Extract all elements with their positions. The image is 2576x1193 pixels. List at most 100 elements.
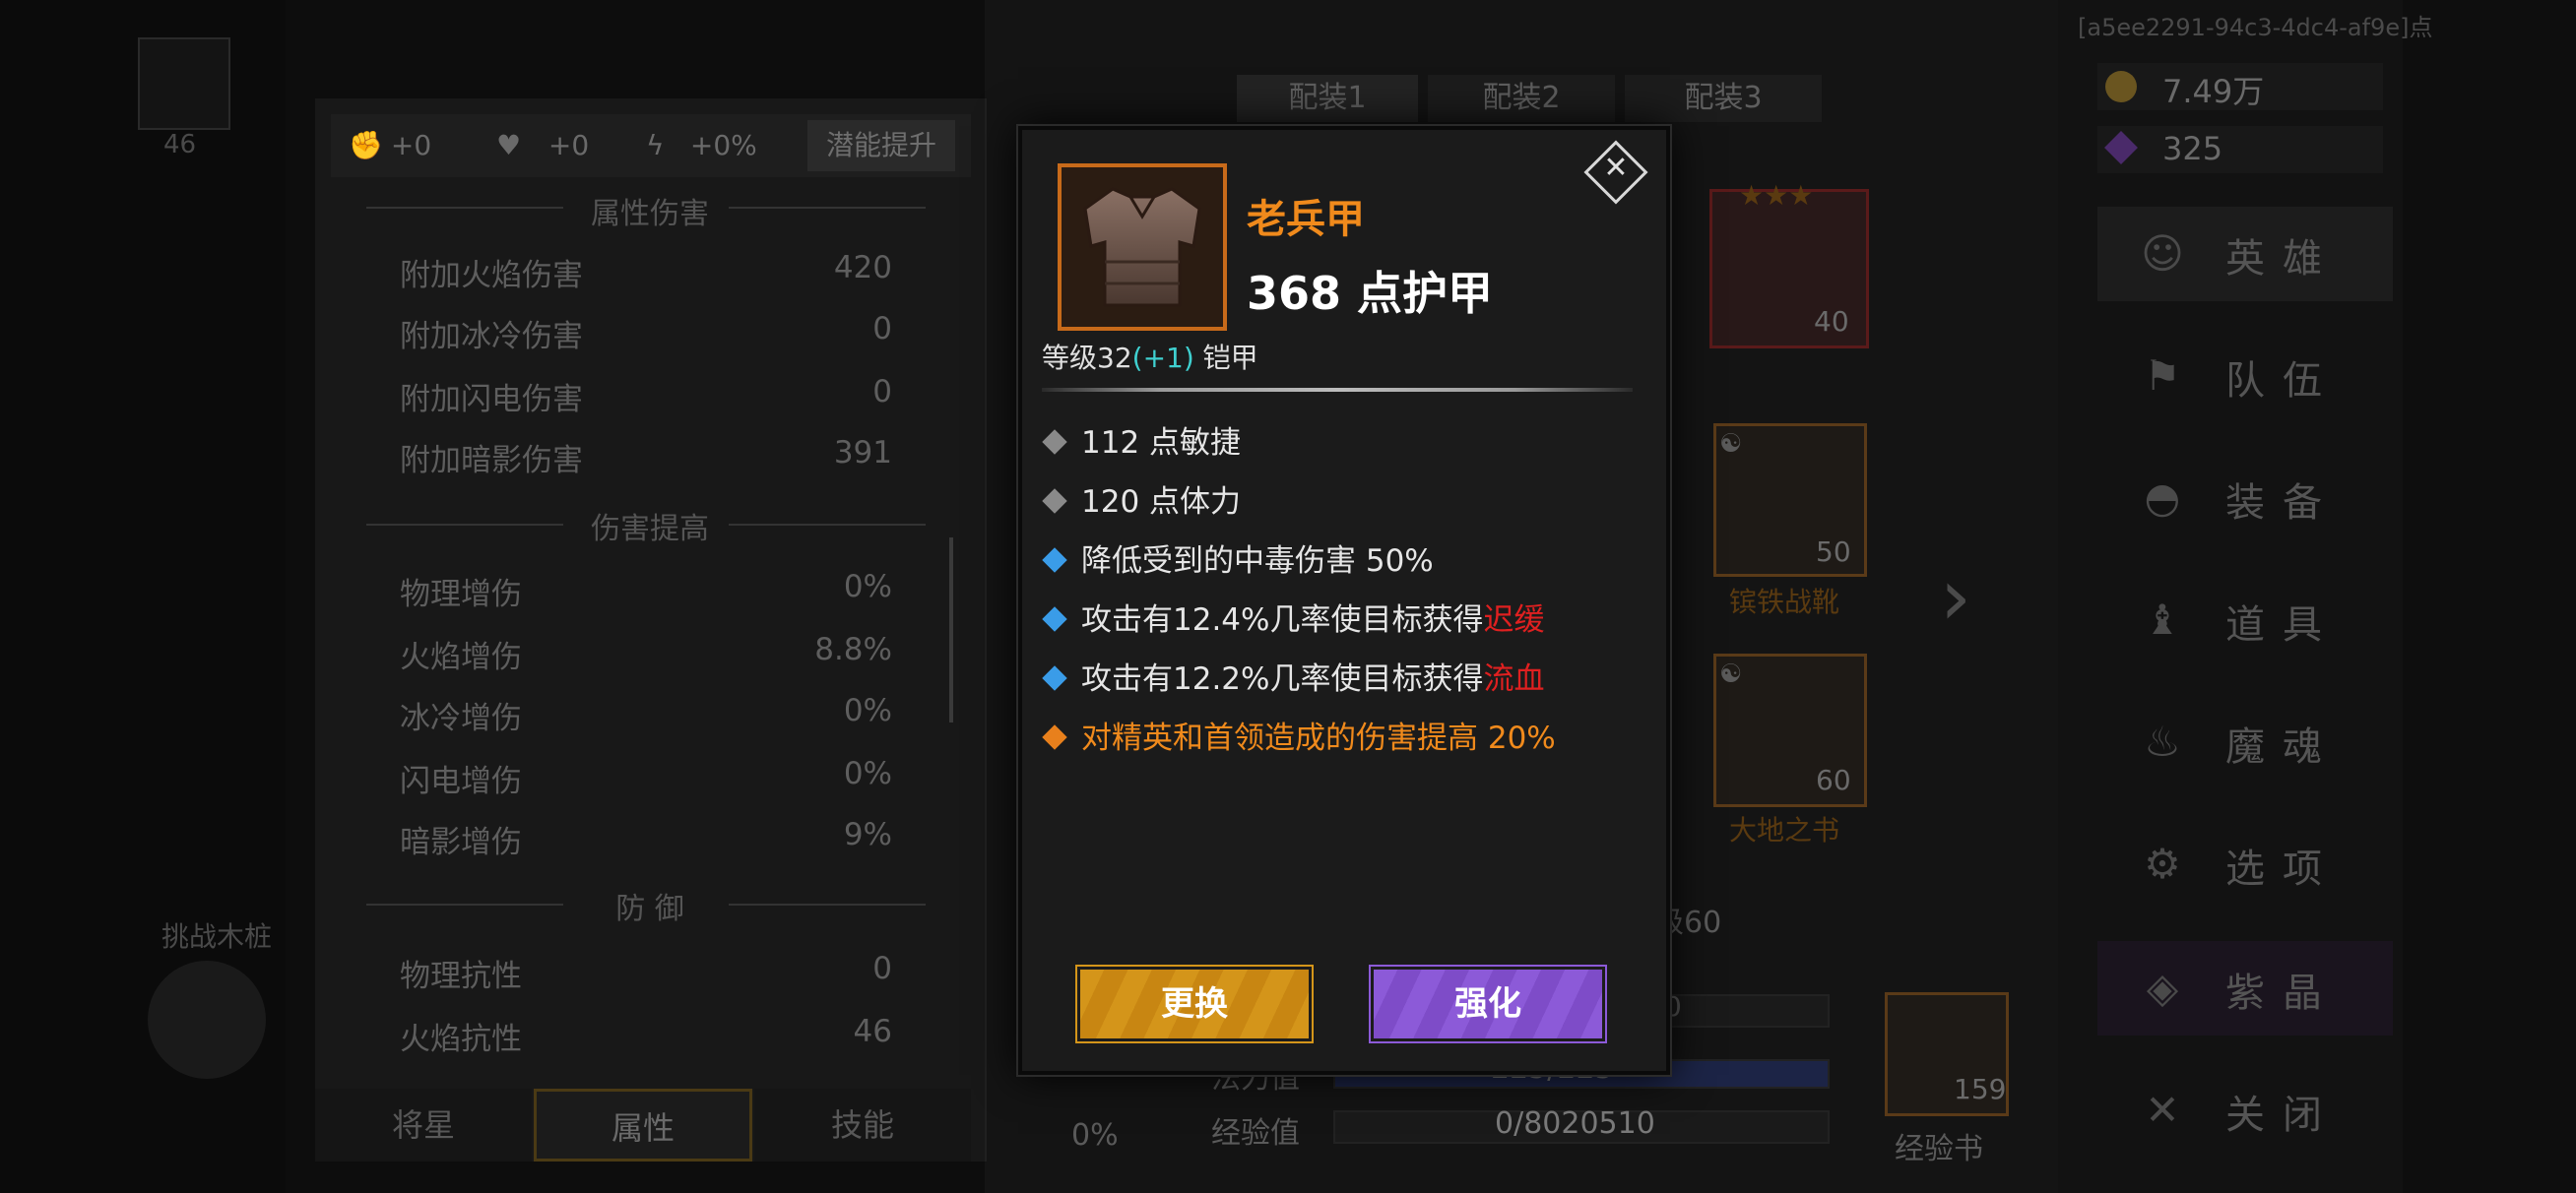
stat-label: 冰冷增伤 bbox=[400, 701, 522, 736]
diamond-bullet-icon bbox=[1042, 723, 1067, 750]
gold-coin-icon bbox=[2105, 71, 2137, 102]
slot-name: 大地之书 bbox=[1729, 814, 1840, 847]
diamond-bullet-icon bbox=[1042, 428, 1067, 455]
exp-book-count: 159 bbox=[1954, 1073, 2007, 1105]
nav-soul[interactable]: ♨ 魔魂 bbox=[2097, 695, 2393, 789]
exp-book-label: 经验书 bbox=[1895, 1132, 1983, 1166]
nav-heroes[interactable]: ☺ 英雄 bbox=[2097, 207, 2393, 301]
stat-label: 附加暗影伤害 bbox=[400, 443, 583, 478]
stat-label: 附加闪电伤害 bbox=[400, 382, 583, 417]
yin-yang-icon: ☯ bbox=[1719, 659, 1743, 689]
attribute-line: 攻击有12.4%几率使目标获得迟缓 bbox=[1042, 595, 1544, 639]
divider bbox=[729, 904, 926, 906]
close-icon[interactable]: ✕ bbox=[1593, 146, 1639, 191]
attribute-line: 对精英和首领造成的伤害提高 20% bbox=[1042, 713, 1556, 757]
nav-equipment[interactable]: ◓ 装备 bbox=[2097, 451, 2393, 545]
slot-name: 镔铁战靴 bbox=[1729, 586, 1840, 618]
skill-slot[interactable] bbox=[138, 37, 230, 130]
level-number: 46 bbox=[163, 130, 197, 159]
bag-icon: ♝ bbox=[2144, 596, 2181, 644]
item-portrait bbox=[1058, 163, 1227, 331]
stat-label: 火焰抗性 bbox=[400, 1022, 522, 1057]
stat-value: 46 bbox=[853, 1014, 892, 1049]
slot-level: 50 bbox=[1816, 535, 1851, 568]
energy-stat: ϟ +0% bbox=[646, 124, 757, 167]
attribute-line: 112 点敏捷 bbox=[1042, 417, 1241, 462]
nav-amethyst[interactable]: ◈ 紫晶 bbox=[2097, 941, 2393, 1036]
next-arrow-icon[interactable]: › bbox=[1940, 551, 1971, 643]
nav-items[interactable]: ♝ 道具 bbox=[2097, 573, 2393, 667]
tab-stars[interactable]: 将星 bbox=[315, 1089, 532, 1162]
stat-value: 0 bbox=[872, 311, 892, 346]
item-main-stat: 368 点护甲 bbox=[1247, 267, 1494, 320]
slot-level: 40 bbox=[1814, 305, 1849, 338]
stat-label: 暗影增伤 bbox=[400, 825, 522, 860]
flag-icon: ⚑ bbox=[2144, 351, 2181, 400]
nav-team[interactable]: ⚑ 队伍 bbox=[2097, 329, 2393, 423]
attribute-line: 120 点体力 bbox=[1042, 476, 1241, 521]
yin-yang-icon: ☯ bbox=[1719, 429, 1743, 459]
strength-arm-icon: ✊ bbox=[349, 129, 383, 161]
star-rating: ★★★ bbox=[1739, 179, 1814, 212]
stat-value: 8.8% bbox=[814, 632, 892, 667]
stat-value: 420 bbox=[833, 250, 892, 285]
session-id: [a5ee2291-94c3-4dc4-af9e]点 bbox=[2078, 14, 2433, 41]
gems-display: 325 bbox=[2097, 126, 2383, 173]
section-defense-title: 防 御 bbox=[615, 892, 684, 926]
tab-skills[interactable]: 技能 bbox=[754, 1089, 971, 1162]
divider bbox=[729, 524, 926, 526]
item-level: 等级32(+1) 铠甲 bbox=[1042, 342, 1258, 374]
percent-value: 0% bbox=[1071, 1118, 1119, 1153]
enhance-button[interactable]: 强化 bbox=[1371, 967, 1605, 1041]
nav-options[interactable]: ⚙ 选项 bbox=[2097, 817, 2393, 911]
nav-close[interactable]: ✕ 关闭 bbox=[2097, 1063, 2393, 1158]
stat-value: 9% bbox=[843, 817, 892, 852]
diamond-bullet-icon bbox=[1042, 605, 1067, 632]
lightning-icon: ϟ bbox=[646, 129, 665, 161]
modal-divider bbox=[1042, 388, 1633, 392]
tab-loadout-1[interactable]: 配装1 bbox=[1237, 75, 1418, 122]
tab-loadout-2[interactable]: 配装2 bbox=[1428, 75, 1615, 122]
stat-value: 0% bbox=[843, 756, 892, 791]
exp-value: 0/8020510 bbox=[1495, 1106, 1655, 1141]
stat-label: 附加火焰伤害 bbox=[400, 258, 583, 293]
stat-value: 0 bbox=[872, 951, 892, 986]
tab-attributes[interactable]: 属性 bbox=[534, 1089, 752, 1162]
diamond-bullet-icon bbox=[1042, 664, 1067, 691]
item-name: 老兵甲 bbox=[1247, 197, 1365, 242]
strength-stat: ✊ +0 bbox=[349, 124, 431, 167]
chest-armor-icon bbox=[1062, 167, 1223, 327]
attribute-line: 降低受到的中毒伤害 50% bbox=[1042, 535, 1434, 580]
stat-label: 火焰增伤 bbox=[400, 640, 522, 675]
heart-icon: ♥ bbox=[496, 129, 522, 161]
heroes-icon: ☺ bbox=[2141, 229, 2184, 278]
diamond-bullet-icon bbox=[1042, 487, 1067, 514]
stat-label: 附加冰冷伤害 bbox=[400, 319, 583, 354]
diamond-bullet-icon bbox=[1042, 546, 1067, 573]
stat-value: 391 bbox=[833, 435, 892, 471]
gem-icon bbox=[2104, 131, 2138, 164]
training-dummy-avatar[interactable] bbox=[148, 961, 266, 1079]
stat-value: 0 bbox=[872, 374, 892, 409]
attribute-line: 攻击有12.2%几率使目标获得流血 bbox=[1042, 654, 1544, 698]
right-strip bbox=[2403, 0, 2576, 1193]
potential-button[interactable]: 潜能提升 bbox=[807, 120, 955, 171]
tab-loadout-3[interactable]: 配装3 bbox=[1625, 75, 1822, 122]
gold-display: 7.49万 bbox=[2097, 63, 2383, 110]
stat-label: 物理抗性 bbox=[400, 959, 522, 994]
replace-button[interactable]: 更换 bbox=[1077, 967, 1312, 1041]
stat-label: 物理增伤 bbox=[400, 577, 522, 612]
divider bbox=[729, 207, 926, 209]
stat-label: 闪电增伤 bbox=[400, 764, 522, 799]
slot-level: 60 bbox=[1816, 764, 1851, 796]
training-dummy-label[interactable]: 挑战木桩 bbox=[161, 915, 272, 955]
crystal-icon: ◈ bbox=[2146, 964, 2179, 1012]
stat-value: 0% bbox=[843, 569, 892, 604]
stat-value: 0% bbox=[843, 693, 892, 728]
section-elemental-title: 属性伤害 bbox=[591, 197, 709, 231]
health-stat: ♥ +0 bbox=[496, 124, 589, 167]
gear-icon: ⚙ bbox=[2144, 840, 2181, 888]
exp-label: 经验值 bbox=[1211, 1116, 1300, 1151]
stats-scrollbar[interactable] bbox=[949, 537, 953, 722]
flame-icon: ♨ bbox=[2144, 718, 2181, 766]
